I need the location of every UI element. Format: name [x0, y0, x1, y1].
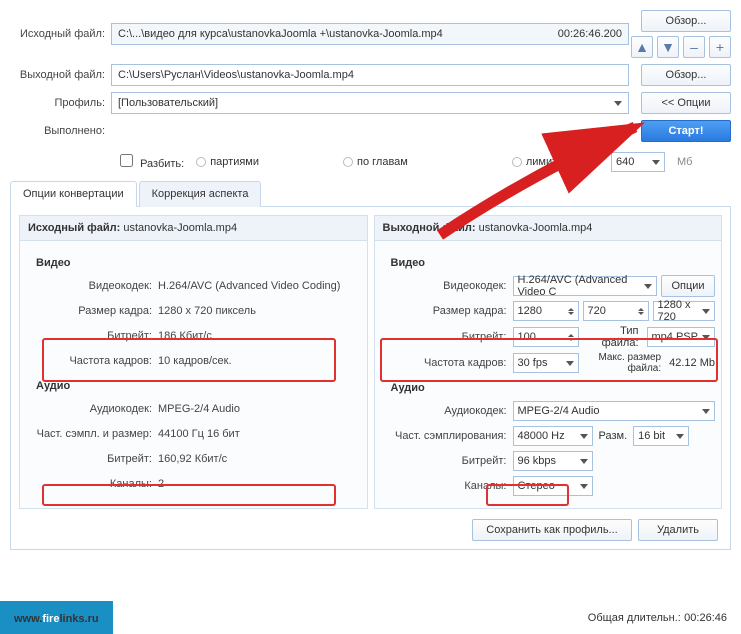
- out-chan-select[interactable]: Стерео: [513, 476, 593, 496]
- out-chan-label: Каналы:: [381, 480, 513, 492]
- src-frame-label: Размер кадра:: [26, 305, 158, 317]
- profile-select[interactable]: [Пользовательский]: [111, 92, 629, 114]
- done-label: Выполнено:: [10, 125, 105, 137]
- start-button[interactable]: Старт!: [641, 120, 731, 142]
- source-col-header: Исходный файл: ustanovka-Joomla.mp4: [20, 216, 367, 241]
- move-down-button[interactable]: ▼: [657, 36, 679, 58]
- out-acodec-select[interactable]: MPEG-2/4 Audio: [513, 401, 716, 421]
- src-bitrate-value: 186 Кбит/с: [158, 330, 361, 342]
- out-audio-section-label: Аудио: [391, 382, 716, 394]
- out-frame-label: Размер кадра:: [381, 305, 513, 317]
- out-asamp-select[interactable]: 48000 Hz: [513, 426, 593, 446]
- split-chapters-radio: по главам: [343, 156, 408, 168]
- codec-options-button[interactable]: Опции: [661, 275, 715, 297]
- split-checkbox[interactable]: Разбить:: [120, 154, 184, 170]
- out-fps-select[interactable]: 30 fps: [513, 353, 579, 373]
- audio-section-label: Аудио: [36, 380, 361, 392]
- out-asamp-label: Част. сэмплирования:: [381, 430, 513, 442]
- out-acodec-label: Аудиокодек:: [381, 405, 513, 417]
- browse-output-button[interactable]: Обзор...: [641, 64, 731, 86]
- source-file-box: C:\...\видео для курса\ustanovkaJoomla +…: [111, 23, 629, 45]
- out-maxsize-value: 42.12 Mb: [669, 357, 715, 369]
- out-video-section-label: Видео: [391, 257, 716, 269]
- delete-button[interactable]: Удалить: [638, 519, 718, 541]
- move-up-button[interactable]: ▲: [631, 36, 653, 58]
- src-fps-value: 10 кадров/сек.: [158, 355, 361, 367]
- src-bitrate-label: Битрейт:: [26, 330, 158, 342]
- add-button[interactable]: +: [709, 36, 731, 58]
- chevron-down-icon: [614, 101, 622, 106]
- src-codec-label: Видеокодек:: [26, 280, 158, 292]
- split-label: Разбить:: [140, 158, 184, 170]
- src-acodec-label: Аудиокодек:: [26, 403, 158, 415]
- split-size-input: 640: [611, 152, 665, 172]
- brand-logo: www.firelinks.ru: [0, 601, 113, 634]
- status-bar: Общая длительн.: 00:26:46: [588, 610, 741, 624]
- out-codec-label: Видеокодек:: [381, 280, 513, 292]
- src-frame-value: 1280 x 720 пиксель: [158, 305, 361, 317]
- src-chan-label: Каналы:: [26, 478, 158, 490]
- out-preset-select[interactable]: 1280 x 720: [653, 301, 716, 321]
- options-button[interactable]: << Опции: [641, 92, 731, 114]
- browse-source-button[interactable]: Обзор...: [641, 10, 731, 32]
- out-bitrate-input[interactable]: 100: [513, 327, 579, 347]
- out-abit-select[interactable]: 96 kbps: [513, 451, 593, 471]
- out-height-input[interactable]: 720: [583, 301, 649, 321]
- src-abit-value: 160,92 Кбит/с: [158, 453, 361, 465]
- out-fps-label: Частота кадров:: [381, 357, 513, 369]
- src-acodec-value: MPEG-2/4 Audio: [158, 403, 361, 415]
- src-chan-value: 2: [158, 478, 361, 490]
- src-abit-label: Битрейт:: [26, 453, 158, 465]
- output-path-input[interactable]: [111, 64, 629, 86]
- source-path: C:\...\видео для курса\ustanovkaJoomla +…: [118, 28, 443, 40]
- source-label: Исходный файл:: [10, 28, 105, 40]
- out-abit-label: Битрейт:: [381, 455, 513, 467]
- out-asize-select[interactable]: 16 bit: [633, 426, 689, 446]
- save-profile-button[interactable]: Сохранить как профиль...: [472, 519, 632, 541]
- out-ftype-label: Тип файла:: [583, 325, 643, 349]
- split-mb-label: Мб: [677, 156, 692, 168]
- video-section-label: Видео: [36, 257, 361, 269]
- split-limit-radio: лимит. размер: [512, 156, 599, 168]
- out-maxsize-label: Макс. размер файла:: [583, 352, 666, 374]
- out-width-input[interactable]: 1280: [513, 301, 579, 321]
- tab-conversion-options[interactable]: Опции конвертации: [10, 181, 137, 207]
- split-batch-radio: партиями: [196, 156, 259, 168]
- out-bitrate-label: Битрейт:: [381, 331, 513, 343]
- src-asamp-label: Част. сэмпл. и размер:: [26, 428, 158, 440]
- src-fps-label: Частота кадров:: [26, 355, 158, 367]
- src-codec-value: H.264/AVC (Advanced Video Coding): [158, 280, 361, 292]
- out-asize-label: Разм.: [597, 430, 630, 442]
- src-asamp-value: 44100 Гц 16 бит: [158, 428, 361, 440]
- source-duration: 00:26:46.200: [558, 28, 622, 40]
- profile-value: [Пользовательский]: [118, 97, 218, 109]
- remove-button[interactable]: –: [683, 36, 705, 58]
- out-codec-select[interactable]: H.264/AVC (Advanced Video C: [513, 276, 658, 296]
- output-col-header: Выходной файл: ustanovka-Joomla.mp4: [375, 216, 722, 241]
- out-ftype-select[interactable]: mp4 PSP: [647, 327, 716, 347]
- output-label: Выходной файл:: [10, 69, 105, 81]
- profile-label: Профиль:: [10, 97, 105, 109]
- tab-aspect-correction[interactable]: Коррекция аспекта: [139, 181, 262, 207]
